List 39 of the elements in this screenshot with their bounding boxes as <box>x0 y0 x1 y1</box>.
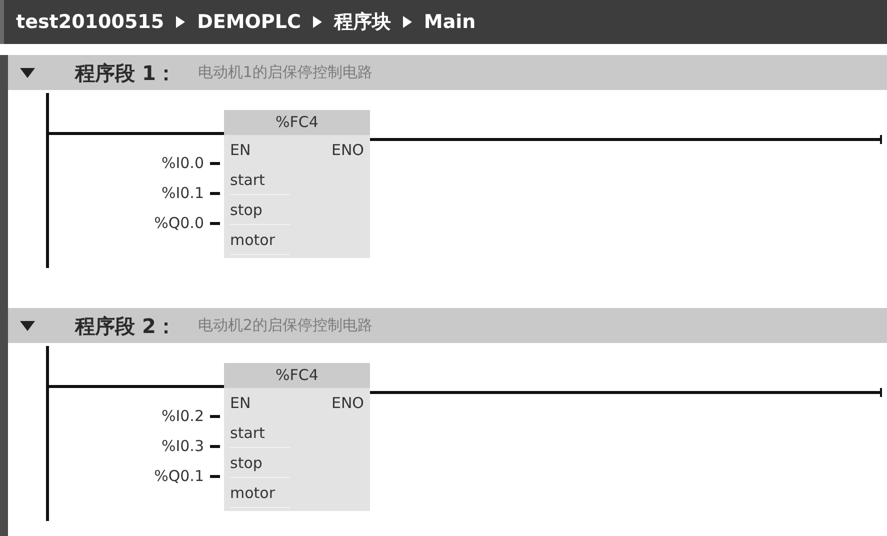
pin-label: ENO <box>331 140 364 161</box>
breadcrumb-item[interactable]: test20100515 <box>16 8 164 36</box>
function-block[interactable]: %FC4 EN ENO start stop motor <box>224 110 370 258</box>
operand-label: %I0.1 <box>161 182 204 204</box>
pin-label: start <box>230 418 290 448</box>
network-comment: 电动机1的启保停控制电路 <box>198 62 372 84</box>
network-title: 程序段 2： <box>75 312 176 340</box>
collapse-triangle-icon[interactable] <box>20 68 35 78</box>
pin-label: stop <box>230 195 290 225</box>
function-block[interactable]: %FC4 EN ENO start stop motor <box>224 363 370 511</box>
collapse-triangle-icon[interactable] <box>20 320 35 330</box>
operand-label: %Q0.0 <box>154 212 204 234</box>
operand-label: %I0.0 <box>161 152 204 174</box>
wire-stub <box>210 414 220 418</box>
pin-label: EN <box>230 140 251 161</box>
operand-label: %I0.3 <box>161 436 204 457</box>
wire-stub <box>210 192 220 194</box>
wire-stub <box>210 222 220 224</box>
pin-label: ENO <box>331 392 364 414</box>
pin-label: motor <box>230 225 290 255</box>
network-title: 程序段 1： <box>75 60 176 86</box>
wire-stub <box>210 474 220 478</box>
operand-label: %Q0.1 <box>154 466 204 487</box>
operand-label: %I0.2 <box>161 406 204 427</box>
wire-stub <box>210 444 220 448</box>
breadcrumb-item[interactable]: 程序块 <box>334 8 391 36</box>
pin-label: EN <box>230 392 251 414</box>
pin-label: start <box>230 165 290 195</box>
breadcrumb-item[interactable]: Main <box>424 8 476 36</box>
chevron-right-icon <box>312 16 322 28</box>
pin-label: motor <box>230 478 290 508</box>
breadcrumb-item[interactable]: DEMOPLC <box>197 8 301 36</box>
network-comment: 电动机2的启保停控制电路 <box>198 315 372 336</box>
pin-label: stop <box>230 448 290 478</box>
chevron-right-icon <box>176 16 186 28</box>
chevron-right-icon <box>402 16 412 28</box>
block-name: %FC4 <box>224 110 370 135</box>
block-name: %FC4 <box>224 363 370 388</box>
wire-stub <box>210 162 220 164</box>
